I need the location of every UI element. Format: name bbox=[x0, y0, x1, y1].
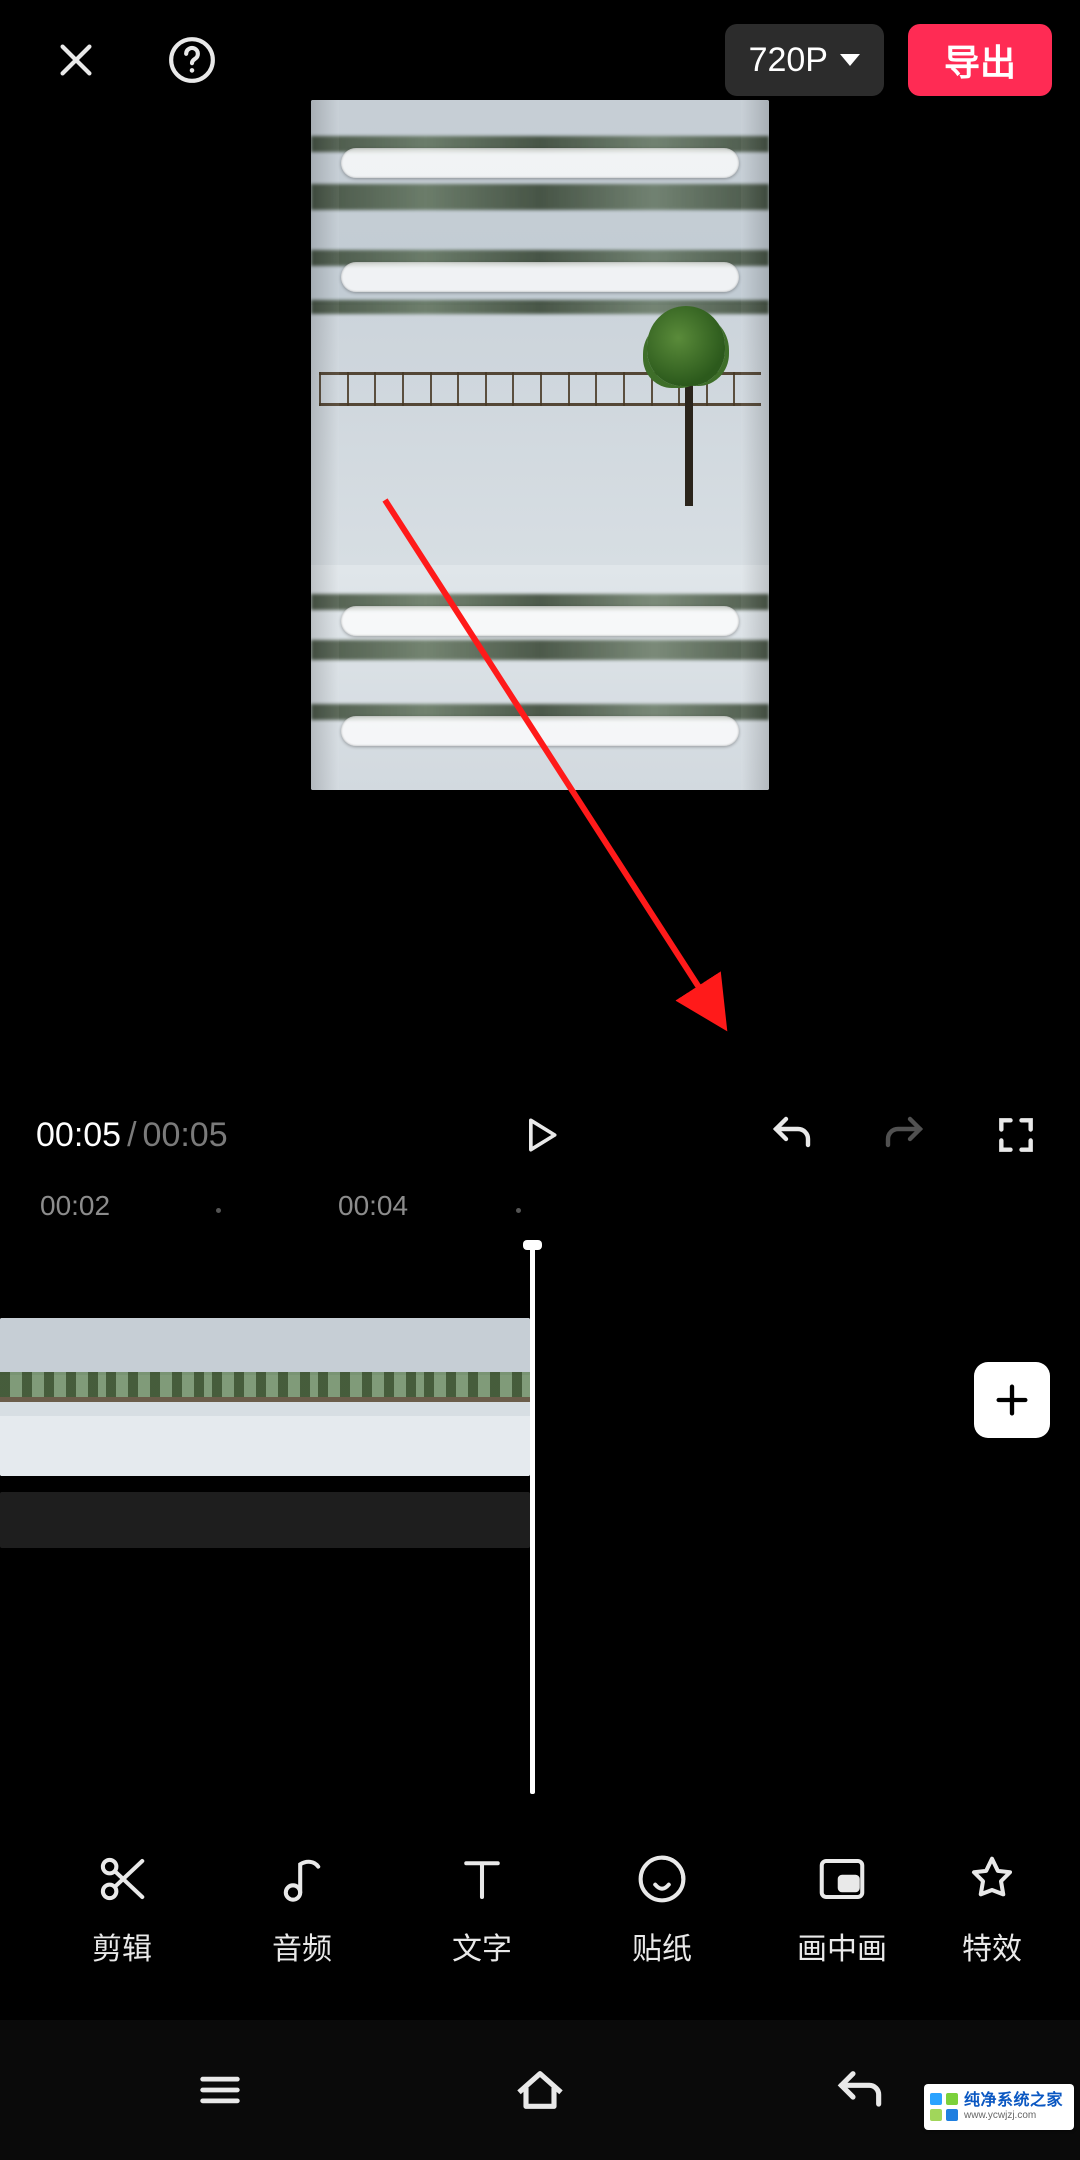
help-circle-icon[interactable] bbox=[164, 32, 220, 88]
back-icon[interactable] bbox=[832, 2062, 888, 2118]
playback-bar: 00:05 / 00:05 bbox=[0, 1090, 1080, 1180]
current-time: 00:05 bbox=[36, 1116, 121, 1155]
time-display: 00:05 / 00:05 bbox=[36, 1116, 228, 1155]
redo-icon[interactable] bbox=[876, 1107, 932, 1163]
close-icon[interactable] bbox=[48, 32, 104, 88]
export-button-label: 导出 bbox=[944, 34, 1016, 86]
clip-thumb bbox=[212, 1318, 318, 1476]
menu-icon[interactable] bbox=[192, 2062, 248, 2118]
tool-sticker[interactable]: 贴纸 bbox=[572, 1852, 752, 1968]
sticker-icon bbox=[635, 1852, 689, 1906]
tool-label: 剪辑 bbox=[92, 1924, 152, 1968]
clip-thumb bbox=[424, 1318, 530, 1476]
watermark-url: www.ycwjzj.com bbox=[964, 2111, 1063, 2121]
export-button[interactable]: 导出 bbox=[908, 24, 1052, 96]
tool-text[interactable]: 文字 bbox=[392, 1852, 572, 1968]
scissors-icon bbox=[95, 1852, 149, 1906]
tool-label: 贴纸 bbox=[632, 1924, 692, 1968]
timeline-ruler[interactable]: 00:02 00:04 bbox=[0, 1190, 1080, 1234]
video-track[interactable] bbox=[0, 1318, 530, 1476]
home-icon[interactable] bbox=[512, 2062, 568, 2118]
tool-edit[interactable]: 剪辑 bbox=[32, 1852, 212, 1968]
chevron-down-icon bbox=[840, 54, 860, 66]
clip-thumb bbox=[0, 1318, 106, 1476]
preview-area bbox=[0, 100, 1080, 820]
tool-label: 特效 bbox=[962, 1924, 1022, 1968]
clip-thumb bbox=[318, 1318, 424, 1476]
clip-thumb bbox=[106, 1318, 212, 1476]
fullscreen-icon[interactable] bbox=[988, 1107, 1044, 1163]
total-time: 00:05 bbox=[143, 1116, 228, 1155]
star-icon bbox=[965, 1852, 1019, 1906]
video-preview[interactable] bbox=[311, 100, 769, 790]
ruler-tick: 00:02 bbox=[40, 1190, 110, 1222]
resolution-label: 720P bbox=[749, 41, 828, 80]
ruler-tick: 00:04 bbox=[338, 1190, 408, 1222]
undo-icon[interactable] bbox=[764, 1107, 820, 1163]
watermark: 纯净系统之家 www.ycwjzj.com bbox=[924, 2084, 1074, 2130]
tool-strip: 剪辑 音频 文字 贴纸 画中画 特效 bbox=[0, 1820, 1080, 2000]
system-nav-bar bbox=[0, 2020, 1080, 2160]
tool-effects[interactable]: 特效 bbox=[932, 1852, 1052, 1968]
text-icon bbox=[455, 1852, 509, 1906]
watermark-title: 纯净系统之家 bbox=[964, 2093, 1063, 2109]
ruler-dot bbox=[216, 1208, 221, 1213]
timeline[interactable] bbox=[0, 1244, 1080, 1664]
playhead[interactable] bbox=[530, 1244, 535, 1794]
tool-label: 音频 bbox=[272, 1924, 332, 1968]
pip-icon bbox=[815, 1852, 869, 1906]
watermark-logo-icon bbox=[930, 2093, 958, 2121]
tool-pip[interactable]: 画中画 bbox=[752, 1852, 932, 1968]
music-note-icon bbox=[275, 1852, 329, 1906]
tool-audio[interactable]: 音频 bbox=[212, 1852, 392, 1968]
time-separator: / bbox=[127, 1116, 136, 1155]
resolution-selector[interactable]: 720P bbox=[725, 24, 884, 96]
audio-track[interactable] bbox=[0, 1492, 530, 1548]
add-clip-button[interactable] bbox=[974, 1362, 1050, 1438]
tool-label: 文字 bbox=[452, 1924, 512, 1968]
tool-label: 画中画 bbox=[797, 1924, 887, 1968]
ruler-dot bbox=[516, 1208, 521, 1213]
plus-icon bbox=[992, 1380, 1032, 1420]
play-icon[interactable] bbox=[512, 1107, 568, 1163]
